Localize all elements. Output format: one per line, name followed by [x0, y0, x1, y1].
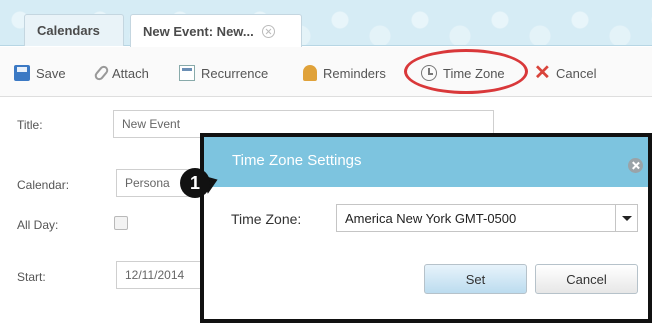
start-date-field[interactable]: 12/11/2014 — [116, 261, 204, 289]
recurrence-icon — [179, 65, 195, 81]
all-day-checkbox[interactable] — [114, 216, 128, 230]
paperclip-icon — [92, 63, 111, 83]
step-number: 1 — [180, 168, 210, 198]
dialog-title: Time Zone Settings — [232, 152, 362, 169]
attach-button[interactable]: Attach — [92, 63, 149, 83]
close-icon: ✕ — [534, 62, 551, 84]
dialog-header: Time Zone Settings — [204, 137, 648, 187]
title-label: Title: — [17, 118, 43, 132]
tab-new-event-label: New Event: New... — [143, 23, 254, 39]
cancel-button[interactable]: ✕ Cancel — [534, 63, 596, 83]
set-button[interactable]: Set — [424, 264, 527, 294]
tab-new-event[interactable]: New Event: New... — [130, 14, 302, 47]
attach-label: Attach — [112, 65, 149, 81]
all-day-label: All Day: — [17, 218, 59, 232]
title-value: New Event — [122, 117, 181, 131]
tab-calendars[interactable]: Calendars — [24, 14, 124, 46]
calendar-value: Persona — [125, 176, 170, 190]
tab-strip: Calendars New Event: New... — [0, 0, 652, 47]
recurrence-label: Recurrence — [201, 65, 269, 81]
time-zone-field-label: Time Zone: — [231, 211, 302, 227]
dialog-cancel-label: Cancel — [566, 271, 607, 287]
save-label: Save — [36, 65, 66, 81]
time-zone-dialog: Time Zone Settings Time Zone: America Ne… — [200, 133, 652, 323]
step-callout: 1 — [180, 168, 221, 206]
start-label: Start: — [17, 270, 46, 284]
start-date-value: 12/11/2014 — [125, 268, 185, 282]
reminders-button[interactable]: Reminders — [303, 63, 386, 83]
save-button[interactable]: Save — [14, 63, 66, 83]
cancel-label: Cancel — [556, 65, 597, 81]
dialog-cancel-button[interactable]: Cancel — [535, 264, 638, 294]
reminders-label: Reminders — [323, 65, 386, 81]
recurrence-button[interactable]: Recurrence — [179, 63, 268, 83]
chevron-down-icon[interactable] — [615, 205, 637, 231]
time-zone-select[interactable]: America New York GMT-0500 — [336, 204, 638, 232]
highlight-ring — [404, 49, 528, 94]
tab-calendars-label: Calendars — [37, 23, 100, 38]
close-tab-icon[interactable] — [261, 24, 275, 38]
save-icon — [14, 65, 30, 81]
event-toolbar: Save Attach Recurrence Reminders Time Zo… — [0, 47, 652, 97]
set-label: Set — [465, 271, 486, 287]
close-dialog-icon[interactable] — [628, 158, 643, 173]
calendar-label: Calendar: — [17, 178, 70, 192]
time-zone-value: America New York GMT-0500 — [345, 211, 517, 226]
bell-icon — [303, 65, 317, 81]
